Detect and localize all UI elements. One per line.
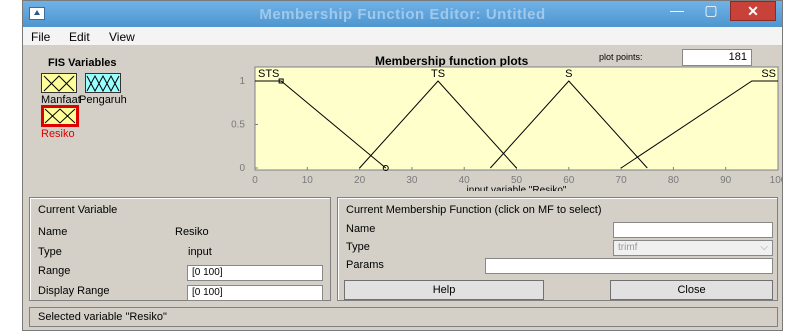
x-tick-label: 70 (616, 175, 628, 186)
close-button[interactable]: Close (610, 280, 773, 300)
mf-type-value: trimf (618, 242, 638, 253)
current-mf-panel: Current Membership Function (click on MF… (337, 197, 778, 301)
mf-label-s: S (565, 68, 572, 80)
mf-type-label: Type (346, 241, 370, 253)
mf-label-ts: TS (431, 68, 445, 80)
variable-pengaruh[interactable] (85, 73, 121, 93)
variable-resiko[interactable] (41, 105, 79, 127)
y-tick-label: 0.5 (231, 120, 245, 131)
variable-manfaat[interactable] (41, 73, 77, 93)
mf-glyph-icon (43, 75, 75, 92)
menu-bar: File Edit View (23, 27, 782, 45)
variable-resiko-label: Resiko (41, 128, 75, 140)
maximize-button[interactable]: ▢ (699, 1, 723, 21)
display-range-label: Display Range (38, 285, 110, 297)
x-tick-label: 0 (252, 175, 258, 186)
y-tick-label: 0 (239, 163, 245, 174)
menu-edit[interactable]: Edit (69, 30, 90, 44)
close-window-button[interactable]: ✕ (730, 1, 776, 21)
fis-variables-heading: FIS Variables (48, 57, 117, 69)
current-variable-heading: Current Variable (38, 204, 118, 216)
title-bar: Membership Function Editor: Untitled — ▢… (23, 1, 782, 27)
variable-type-value: input (188, 246, 212, 258)
x-tick-label: 90 (720, 175, 732, 186)
variable-name-label: Name (38, 226, 68, 238)
mf-type-select[interactable]: trimf ⌵ (613, 240, 773, 256)
help-button[interactable]: Help (344, 280, 544, 300)
mf-name-label: Name (346, 223, 376, 235)
y-tick-label: 1 (239, 76, 245, 87)
variable-type-label: Type (38, 246, 62, 258)
menu-file[interactable]: File (31, 30, 50, 44)
chevron-down-icon: ⌵ (760, 242, 768, 253)
membership-function-plot[interactable]: 010203040506070809010000.51input variabl… (203, 61, 783, 191)
mf-glyph-icon (44, 108, 76, 124)
x-axis-label: input variable "Resiko" (467, 185, 567, 191)
mf-params-label: Params (346, 259, 384, 271)
variable-range-input[interactable]: [0 100] (187, 265, 323, 281)
mf-glyph-icon (86, 74, 120, 92)
mf-editor-window: Membership Function Editor: Untitled — ▢… (22, 0, 783, 331)
x-tick-label: 20 (354, 175, 366, 186)
menu-view[interactable]: View (109, 30, 135, 44)
display-range-input[interactable]: [0 100] (187, 285, 323, 301)
mf-label-sts: STS (258, 68, 279, 80)
mf-name-input[interactable] (613, 222, 773, 238)
status-bar: Selected variable "Resiko" (29, 307, 778, 327)
current-variable-panel: Current Variable Name Resiko Type input … (29, 197, 331, 301)
x-tick-label: 30 (406, 175, 418, 186)
plot-area (254, 66, 779, 171)
variable-pengaruh-label: Pengaruh (79, 94, 127, 106)
variable-name-value: Resiko (175, 226, 209, 238)
x-tick-label: 10 (302, 175, 314, 186)
minimize-button[interactable]: — (665, 1, 689, 21)
x-tick-label: 100 (770, 175, 783, 186)
current-mf-heading: Current Membership Function (click on MF… (346, 204, 602, 216)
variable-range-label: Range (38, 265, 71, 277)
x-tick-label: 80 (668, 175, 680, 186)
mf-label-ss: SS (761, 68, 776, 80)
mf-params-input[interactable] (485, 258, 773, 274)
